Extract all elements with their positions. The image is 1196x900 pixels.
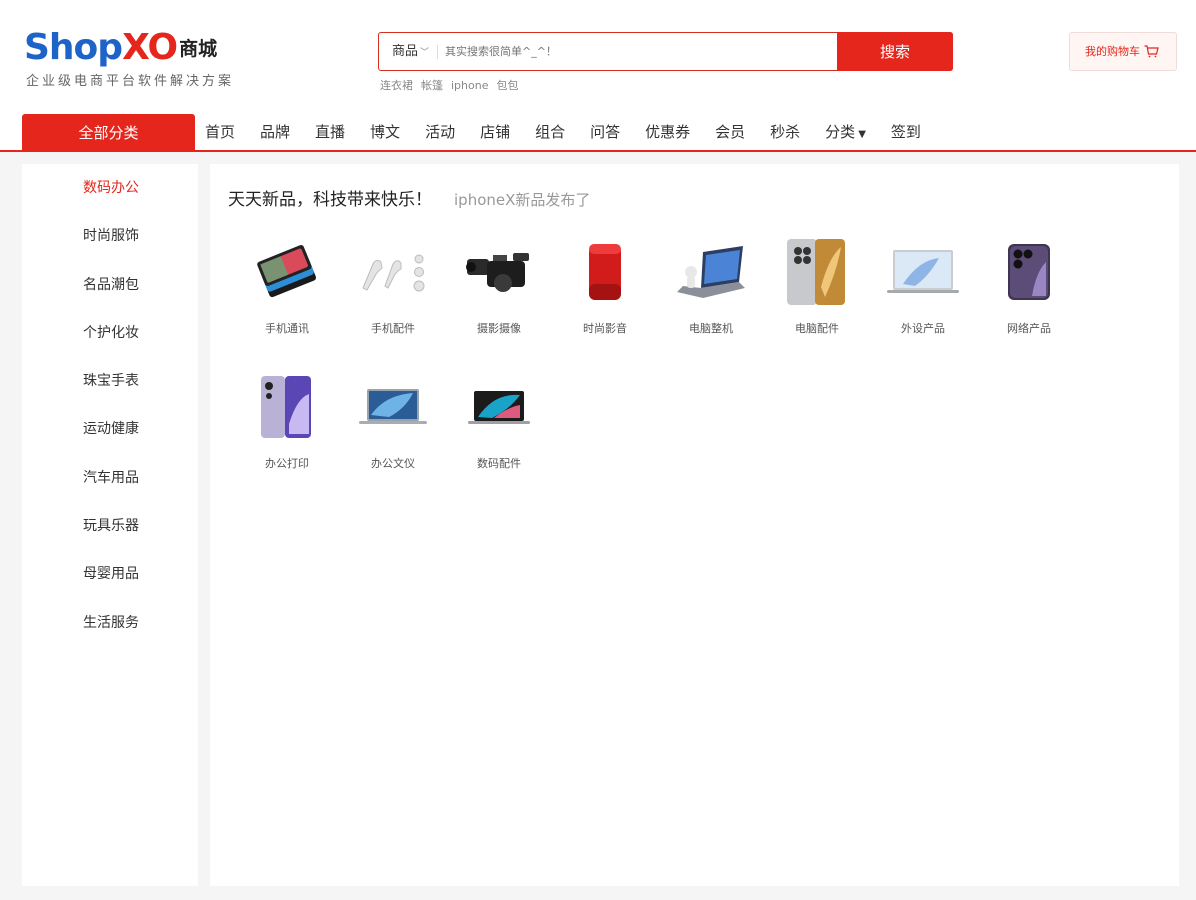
cart-icon: [1144, 45, 1159, 58]
nav-item-member[interactable]: 会员: [715, 114, 745, 150]
subcategory-label: 手机通讯: [265, 322, 309, 335]
search-input[interactable]: [445, 34, 835, 69]
subcategory-label: 网络产品: [1007, 322, 1051, 335]
nav-item-blog[interactable]: 博文: [370, 114, 400, 150]
subcategory-label: 手机配件: [371, 322, 415, 335]
sidebar-item-baby[interactable]: 母婴用品: [22, 550, 198, 598]
subcategory-item[interactable]: 数码配件: [446, 371, 552, 471]
subcategory-item[interactable]: 摄影摄像: [446, 236, 552, 336]
headline: 天天新品，科技带来快乐！ iphoneX新品发布了: [228, 185, 590, 210]
nav-item-flash-sale[interactable]: 秒杀: [770, 114, 800, 150]
cart-button[interactable]: 我的购物车: [1069, 32, 1177, 71]
hot-word[interactable]: 连衣裙: [380, 79, 413, 92]
search-box: 商品﹀ 搜索: [378, 32, 953, 71]
sidebar-item-digital-office[interactable]: 数码办公: [22, 164, 198, 212]
subcategory-label: 时尚影音: [583, 322, 627, 335]
subcategory-item[interactable]: 手机配件: [340, 236, 446, 336]
cart-label: 我的购物车: [1085, 45, 1140, 58]
nav-item-shops[interactable]: 店铺: [480, 114, 510, 150]
speaker-icon: [565, 236, 645, 308]
camcorder-icon: [459, 236, 539, 308]
laptop-silver-icon: [883, 236, 963, 308]
nav-item-category[interactable]: 分类 ▼: [825, 114, 866, 150]
subcategory-item[interactable]: 办公文仪: [340, 371, 446, 471]
subcategory-item[interactable]: 外设产品: [870, 236, 976, 336]
main-panel: 天天新品，科技带来快乐！ iphoneX新品发布了 手机通讯 手机配件 摄影摄像…: [210, 164, 1179, 886]
subcategory-item[interactable]: 电脑配件: [764, 236, 870, 336]
nav-item-qa[interactable]: 问答: [590, 114, 620, 150]
subcategory-label: 摄影摄像: [477, 322, 521, 335]
logo-wordmark: ShopXO 商城: [24, 27, 218, 68]
all-categories-button[interactable]: 全部分类: [22, 114, 195, 152]
headline-title: 天天新品，科技带来快乐！: [228, 190, 432, 210]
subcategory-label: 电脑配件: [795, 322, 839, 335]
sidebar-item-jewelry[interactable]: 珠宝手表: [22, 357, 198, 405]
nav-item-brand[interactable]: 品牌: [260, 114, 290, 150]
phone-back-icon: [777, 236, 857, 308]
subcategory-item[interactable]: 网络产品: [976, 236, 1082, 336]
nav-item-checkin[interactable]: 签到: [891, 114, 921, 150]
sidebar-item-toys[interactable]: 玩具乐器: [22, 502, 198, 550]
main-nav: 全部分类 首页 品牌 直播 博文 活动 店铺 组合 问答 优惠券 会员 秒杀 分…: [0, 114, 1196, 152]
subcategory-label: 办公文仪: [371, 457, 415, 470]
sidebar-item-services[interactable]: 生活服务: [22, 599, 198, 647]
sidebar-item-sports[interactable]: 运动健康: [22, 405, 198, 453]
search-button[interactable]: 搜索: [837, 32, 953, 71]
subcategory-label: 外设产品: [901, 322, 945, 335]
search-category-select[interactable]: 商品 ﹀: [379, 33, 439, 70]
subcategory-item[interactable]: 办公打印: [234, 371, 340, 471]
subcategory-item[interactable]: 电脑整机: [658, 236, 764, 336]
subcategory-item[interactable]: 时尚影音: [552, 236, 658, 336]
nav-item-home[interactable]: 首页: [205, 114, 235, 150]
sidebar-item-bags[interactable]: 名品潮包: [22, 261, 198, 309]
category-sidebar: 数码办公 时尚服饰 名品潮包 个护化妆 珠宝手表 运动健康 汽车用品 玩具乐器 …: [22, 164, 198, 886]
headline-subtitle[interactable]: iphoneX新品发布了: [454, 191, 590, 209]
caret-down-icon: ▼: [858, 129, 866, 140]
subcategory-label: 电脑整机: [689, 322, 733, 335]
sidebar-item-auto[interactable]: 汽车用品: [22, 454, 198, 502]
hot-word[interactable]: 帐篷: [421, 79, 443, 92]
macbook-icon: [459, 371, 539, 443]
iphone-icon: [989, 236, 1069, 308]
chevron-down-icon: ﹀: [420, 48, 430, 58]
laptop-icon: [671, 236, 751, 308]
nav-item-live[interactable]: 直播: [315, 114, 345, 150]
nav-item-coupon[interactable]: 优惠券: [645, 114, 690, 150]
hot-words: 连衣裙 帐篷 iphone 包包: [380, 77, 526, 93]
phones-icon: [247, 236, 327, 308]
hot-word[interactable]: 包包: [496, 79, 518, 92]
subcategory-item[interactable]: 手机通讯: [234, 236, 340, 336]
logo[interactable]: ShopXO 商城 企业级电商平台软件解决方案: [24, 30, 244, 90]
phone-purple-icon: [247, 371, 327, 443]
sidebar-item-cosmetics[interactable]: 个护化妆: [22, 309, 198, 357]
subcategory-panel: 天天新品，科技带来快乐！ iphoneX新品发布了 手机通讯 手机配件 摄影摄像…: [210, 164, 1179, 482]
earbuds-icon: [353, 236, 433, 308]
subcategory-label: 数码配件: [477, 457, 521, 470]
search-divider: [437, 45, 438, 59]
nav-item-bundle[interactable]: 组合: [535, 114, 565, 150]
logo-tagline: 企业级电商平台软件解决方案: [26, 74, 235, 89]
sidebar-item-fashion[interactable]: 时尚服饰: [22, 212, 198, 260]
laptop-blue-icon: [353, 371, 433, 443]
nav-item-activity[interactable]: 活动: [425, 114, 455, 150]
hot-word[interactable]: iphone: [451, 79, 488, 92]
subcategory-label: 办公打印: [265, 457, 309, 470]
